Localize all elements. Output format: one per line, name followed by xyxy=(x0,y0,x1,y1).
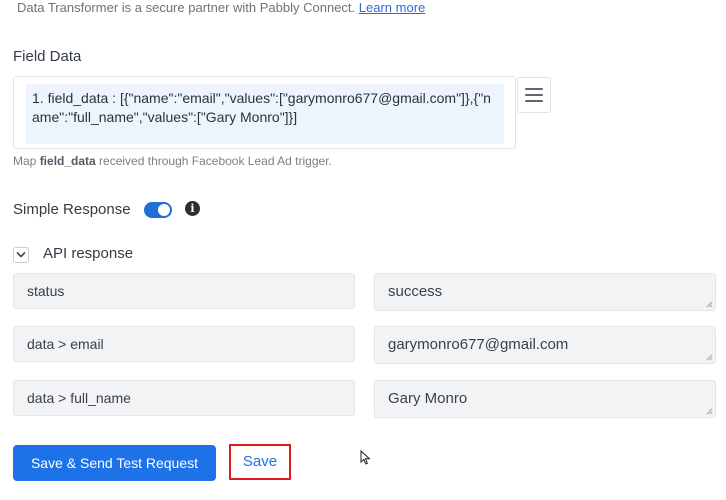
learn-more-link[interactable]: Learn more xyxy=(359,0,425,15)
api-response-collapse-button[interactable] xyxy=(13,247,29,263)
hamburger-icon xyxy=(525,88,543,102)
field-data-input[interactable]: 1. field_data : [{"name":"email","values… xyxy=(13,76,516,149)
hint-field-name: field_data xyxy=(39,154,96,168)
info-icon[interactable]: i xyxy=(185,201,200,216)
response-key-full-name: data > full_name xyxy=(13,380,355,416)
partner-info: Data Transformer is a secure partner wit… xyxy=(17,0,425,15)
save-button[interactable]: Save xyxy=(229,444,291,480)
response-key-status: status xyxy=(13,273,355,309)
partner-info-text: Data Transformer is a secure partner wit… xyxy=(17,0,356,15)
simple-response-label: Simple Response xyxy=(13,201,131,218)
chevron-down-icon xyxy=(16,252,26,258)
response-value-full-name[interactable]: Gary Monro xyxy=(374,380,716,418)
simple-response-toggle[interactable] xyxy=(144,202,172,218)
resize-grip-icon xyxy=(706,408,713,415)
save-and-send-test-request-button[interactable]: Save & Send Test Request xyxy=(13,445,216,481)
resize-grip-icon xyxy=(706,301,713,308)
field-menu-button[interactable] xyxy=(517,77,551,113)
page: Data Transformer is a secure partner wit… xyxy=(0,0,726,500)
field-data-hint: Map field_data received through Facebook… xyxy=(13,154,332,168)
response-value-status[interactable]: success xyxy=(374,273,716,311)
mouse-cursor-icon xyxy=(360,450,371,465)
hint-suffix: received through Facebook Lead Ad trigge… xyxy=(99,154,332,168)
response-key-email: data > email xyxy=(13,326,355,362)
response-value-text: Gary Monro xyxy=(388,390,468,407)
field-data-label: Field Data xyxy=(13,48,82,65)
hint-prefix: Map xyxy=(13,154,37,168)
response-value-text: garymonro677@gmail.com xyxy=(388,336,569,353)
api-response-label: API response xyxy=(43,245,134,262)
toggle-knob xyxy=(158,204,170,216)
resize-grip-icon xyxy=(706,354,713,361)
response-value-text: success xyxy=(388,283,443,300)
field-data-token[interactable]: 1. field_data : [{"name":"email","values… xyxy=(26,84,504,144)
response-value-email[interactable]: garymonro677@gmail.com xyxy=(374,326,716,364)
